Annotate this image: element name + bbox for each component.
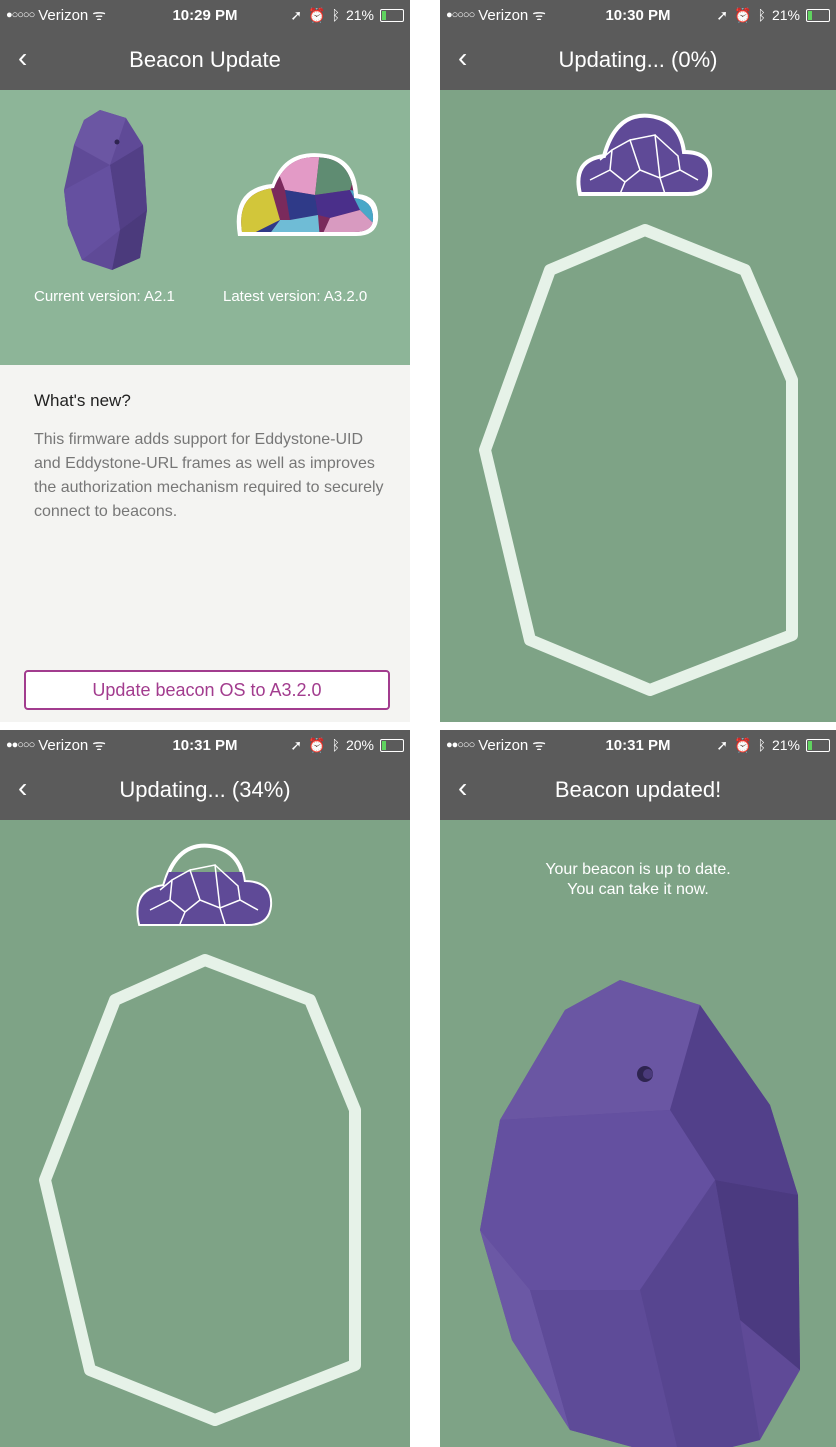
nav-bar: ‹ Beacon Update (0, 30, 410, 90)
bluetooth-icon: ᛒ (757, 7, 766, 23)
beacon-icon (480, 980, 800, 1447)
screen-beacon-update: ●○○○○ Verizon ᯤ 10:29 PM ➚ ⏰ ᛒ 21% ‹ Beacon U… (0, 0, 410, 722)
chevron-left-icon[interactable]: ‹ (18, 772, 27, 804)
battery-percent: 21% (771, 737, 800, 753)
beacon-outline-progress (39, 954, 361, 1426)
status-bar: ●○○○○ Verizon ᯤ 10:29 PM ➚ ⏰ ᛒ 21% (0, 0, 410, 30)
progress-illustration (39, 843, 361, 1426)
bluetooth-icon: ᛒ (331, 7, 340, 23)
page-title: Updating... (0%) (558, 47, 718, 72)
alarm-icon: ⏰ (734, 6, 752, 23)
version-hero: Current version: A2.1 Latest version: A3… (0, 90, 410, 365)
chevron-left-icon[interactable]: ‹ (18, 42, 27, 74)
beacon-outline-progress (479, 224, 798, 696)
whats-new-body: This firmware adds support for Eddystone… (34, 431, 384, 520)
cloud-progress-icon (576, 113, 713, 196)
battery-percent: 21% (771, 7, 800, 23)
status-bar: ●●○○○ Verizon ᯤ 10:31 PM ➚ ⏰ ᛒ 21% (440, 730, 836, 760)
beacon-icon (64, 110, 147, 270)
battery-icon (806, 738, 830, 752)
bluetooth-icon: ᛒ (331, 737, 340, 753)
screen-beacon-updated: ●●○○○ Verizon ᯤ 10:31 PM ➚ ⏰ ᛒ 21% ‹ Beacon u… (440, 730, 836, 1447)
alarm-icon: ⏰ (308, 736, 326, 753)
battery-icon (806, 8, 830, 22)
current-version-label: Current version: A2.1 (34, 288, 175, 305)
battery-icon (380, 738, 404, 752)
bluetooth-icon: ᛒ (757, 737, 766, 753)
chevron-left-icon[interactable]: ‹ (458, 42, 467, 74)
page-title: Beacon Update (129, 47, 281, 72)
status-bar: ●○○○○ Verizon ᯤ 10:30 PM ➚ ⏰ ᛒ 21% (440, 0, 836, 30)
location-icon: ➚ (716, 6, 729, 23)
alarm-icon: ⏰ (308, 6, 326, 23)
cloud-progress-icon (136, 843, 273, 926)
screen-updating-0: ●○○○○ Verizon ᯤ 10:30 PM ➚ ⏰ ᛒ 21% ‹ Updating… (440, 0, 836, 722)
battery-percent: 20% (345, 737, 374, 753)
release-notes: What's new? This firmware adds support f… (0, 365, 410, 722)
whats-new-heading: What's new? (34, 391, 131, 410)
location-icon: ➚ (290, 6, 303, 23)
page-title: Beacon updated! (554, 777, 722, 802)
update-os-button[interactable]: Update beacon OS to A3.2.0 (24, 670, 390, 710)
alarm-icon: ⏰ (734, 736, 752, 753)
location-icon: ➚ (290, 736, 303, 753)
battery-percent: 21% (345, 7, 374, 23)
location-icon: ➚ (716, 736, 729, 753)
chevron-left-icon[interactable]: ‹ (458, 772, 467, 804)
battery-icon (380, 8, 404, 22)
beacon-and-cloud-illustration (64, 110, 379, 270)
status-bar: ●●○○○ Verizon ᯤ 10:31 PM ➚ ⏰ ᛒ 20% (0, 730, 410, 760)
screen-updating-34: ●●○○○ Verizon ᯤ 10:31 PM ➚ ⏰ ᛒ 20% ‹ Updating… (0, 730, 410, 1447)
latest-version-label: Latest version: A3.2.0 (223, 288, 368, 305)
nav-bar: ‹ Updating... (34%) (0, 760, 410, 820)
colorful-cloud-icon (236, 153, 379, 236)
progress-illustration (479, 113, 798, 696)
page-title: Updating... (34%) (119, 777, 291, 802)
nav-bar: ‹ Beacon updated! (440, 760, 836, 820)
nav-bar: ‹ Updating... (0%) (440, 30, 836, 90)
